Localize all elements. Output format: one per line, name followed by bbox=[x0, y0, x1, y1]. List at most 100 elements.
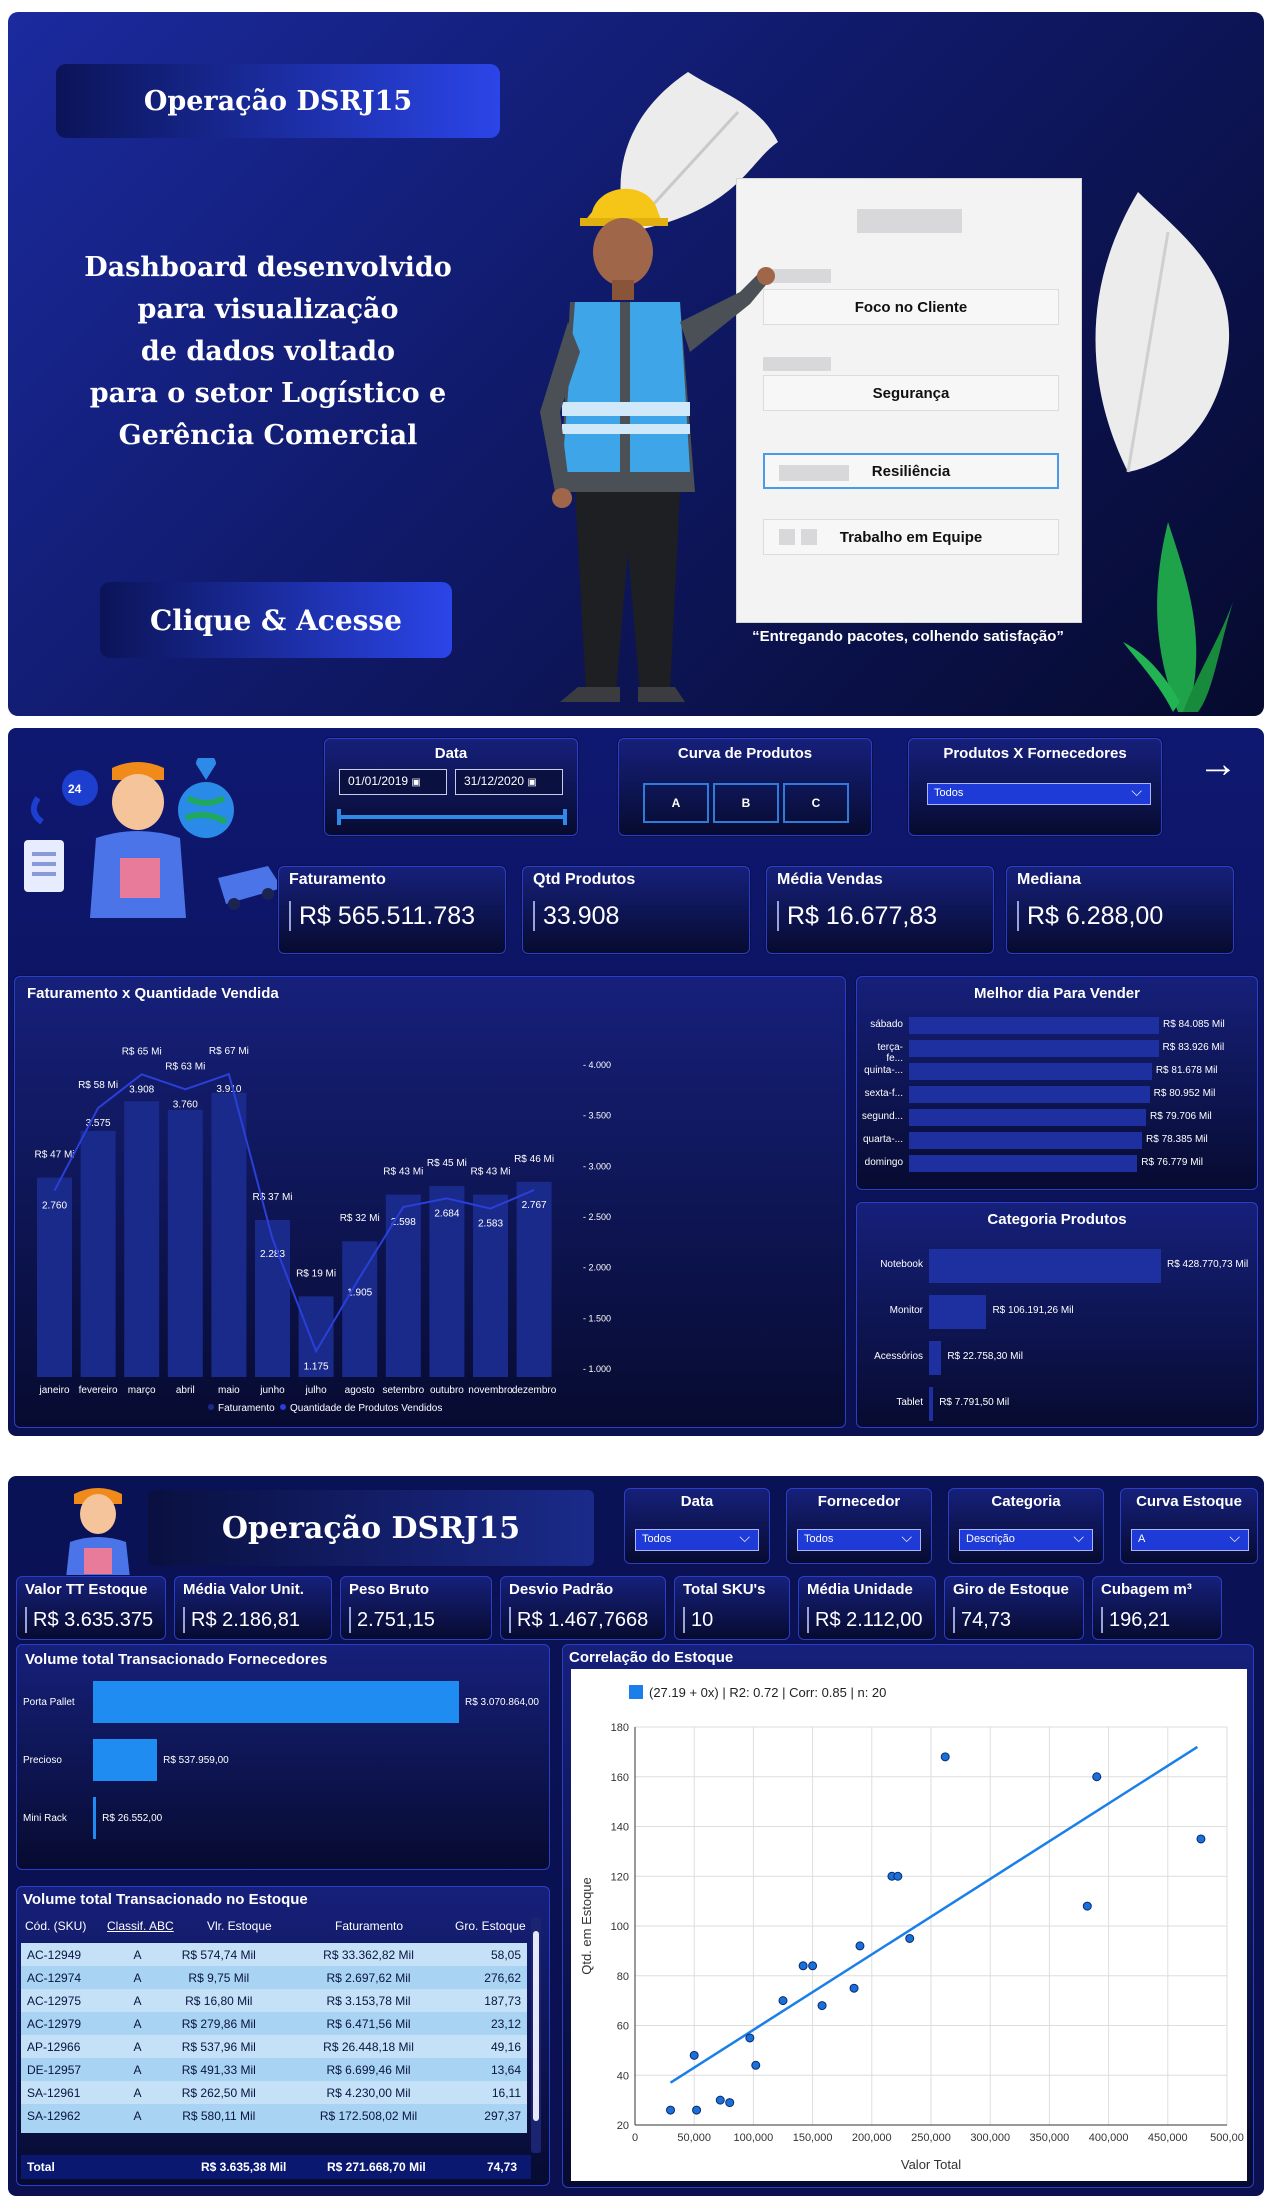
cell-turnover: 23,12 bbox=[490, 2016, 521, 2031]
next-page-arrow-icon[interactable]: → bbox=[1198, 742, 1238, 787]
cell-abc: A bbox=[133, 2039, 142, 2054]
table-row[interactable]: DE-12957 A R$ 491,33 Mil R$ 6.699,46 Mil 13,… bbox=[21, 2058, 527, 2081]
x-tick-label: 300,000 bbox=[970, 2132, 1010, 2144]
col-header-abc[interactable]: Classif. ABC bbox=[107, 1919, 174, 1933]
col-header-sku[interactable]: Cód. (SKU) bbox=[25, 1919, 86, 1933]
legend-marker-quantity bbox=[280, 1404, 286, 1410]
kpi-title: Valor TT Estoque bbox=[25, 1581, 148, 1598]
kpi-title: Total SKU's bbox=[683, 1581, 766, 1598]
kpi-value: R$ 16.677,83 bbox=[777, 901, 937, 931]
scatter-point bbox=[715, 2095, 725, 2105]
y-tick-label: 80 bbox=[617, 1971, 629, 1983]
data-label: R$ 83.926 Mil bbox=[1162, 1042, 1225, 1053]
stock-filter-title: Curva Estoque bbox=[1136, 1493, 1242, 1510]
cell-revenue: R$ 172.508,02 Mil bbox=[319, 2108, 418, 2123]
col-header-revenue[interactable]: Faturamento bbox=[335, 1919, 403, 1933]
curve-tile-c[interactable]: C bbox=[783, 783, 849, 823]
y-tick-label: 100 bbox=[611, 1921, 629, 1933]
category-label: Notebook bbox=[880, 1259, 923, 1270]
stock-table-card: Volume total Transacionado no Estoque Có… bbox=[16, 1886, 550, 2186]
y-tick-label: 120 bbox=[611, 1871, 629, 1883]
stock-filter-dropdown[interactable]: Todos bbox=[635, 1529, 759, 1551]
revenue-bar bbox=[516, 1181, 552, 1377]
scatter-point bbox=[666, 2105, 676, 2115]
bar bbox=[93, 1739, 158, 1781]
data-label: R$ 79.706 Mil bbox=[1149, 1111, 1212, 1122]
table-scrollbar[interactable] bbox=[531, 1917, 541, 2153]
x-tick-label: 500,00 bbox=[1210, 2132, 1244, 2144]
date-from-input[interactable]: 01/01/2019 ▣ bbox=[339, 769, 447, 795]
stock-filter: Fornecedor Todos bbox=[786, 1488, 932, 1564]
table-row[interactable]: SA-12962 A R$ 580,11 Mil R$ 172.508,02 Mil 2… bbox=[21, 2104, 527, 2127]
data-label: R$ 537.959,00 bbox=[163, 1755, 229, 1766]
table-row[interactable]: AC-12975 A R$ 16,80 Mil R$ 3.153,78 Mil 187,… bbox=[21, 1989, 527, 2012]
curve-tile-b[interactable]: B bbox=[713, 783, 779, 823]
y2-tick-label: - 1.500 bbox=[583, 1313, 611, 1323]
y-tick-label: 40 bbox=[617, 2070, 629, 2082]
col-header-turnover[interactable]: Gro. Estoque bbox=[455, 1919, 526, 1933]
cell-revenue: R$ 26.448,18 Mil bbox=[323, 2039, 414, 2054]
supplier-volume-title: Volume total Transacionado Fornecedores bbox=[25, 1651, 328, 1668]
x-tick-label: novembro bbox=[468, 1385, 513, 1396]
category-label: Porta Pallet bbox=[23, 1697, 75, 1708]
kpi-title: Faturamento bbox=[289, 871, 386, 888]
cell-abc: A bbox=[133, 1970, 142, 1985]
category-label: segund... bbox=[861, 1111, 903, 1122]
category-label: Acessórios bbox=[874, 1351, 923, 1362]
stock-filter-dropdown[interactable]: A bbox=[1131, 1529, 1249, 1551]
table-body[interactable]: AC-12949 A R$ 574,74 Mil R$ 33.362,82 Mil 58… bbox=[21, 1943, 527, 2133]
doc-placeholder-bar bbox=[801, 529, 817, 545]
cell-turnover: 58,05 bbox=[490, 1947, 521, 1962]
table-row[interactable]: AC-12979 A R$ 279,86 Mil R$ 6.471,56 Mil 23,… bbox=[21, 2012, 527, 2035]
stock-filter-dropdown[interactable]: Todos bbox=[797, 1529, 921, 1551]
stock-filter: Curva Estoque A bbox=[1120, 1488, 1258, 1564]
best-day-title: Melhor dia Para Vender bbox=[974, 985, 1140, 1002]
bar bbox=[909, 1109, 1146, 1126]
table-row[interactable]: SA-12961 A R$ 262,50 Mil R$ 4.230,00 Mil 16,… bbox=[21, 2081, 527, 2104]
cell-abc: A bbox=[133, 2085, 142, 2100]
total-revenue: R$ 271.668,70 Mil bbox=[327, 2160, 426, 2174]
x-tick-label: 0 bbox=[632, 2132, 638, 2144]
slider-handle-start[interactable] bbox=[337, 809, 341, 825]
cell-turnover: 49,16 bbox=[490, 2039, 521, 2054]
table-row[interactable]: AC-12974 A R$ 9,75 Mil R$ 2.697,62 Mil 276,6… bbox=[21, 1966, 527, 1989]
cell-sku: SA-12962 bbox=[27, 2108, 81, 2123]
revenue-chart-title: Faturamento x Quantidade Vendida bbox=[27, 985, 279, 1002]
stock-filter: Data Todos bbox=[624, 1488, 770, 1564]
kpi-title: Desvio Padrão bbox=[509, 1581, 614, 1598]
category-label: sábado bbox=[870, 1019, 903, 1030]
curve-tile-a[interactable]: A bbox=[643, 783, 709, 823]
stock-filter-dropdown[interactable]: Descrição bbox=[959, 1529, 1093, 1551]
date-range-slider[interactable] bbox=[339, 815, 565, 819]
kpi-card: Média Vendas R$ 16.677,83 bbox=[766, 866, 994, 954]
scatter-point bbox=[725, 2098, 735, 2108]
data-label: R$ 3.070.864,00 bbox=[465, 1697, 539, 1708]
calendar-icon: ▣ bbox=[411, 777, 421, 788]
date-to-input[interactable]: 31/12/2020 ▣ bbox=[455, 769, 563, 795]
scatter-card: Correlação do Estoque 20 40 60 80 100 120 140 1… bbox=[562, 1644, 1254, 2188]
cta-button[interactable]: Clique & Acesse bbox=[100, 582, 452, 658]
revenue-data-label: R$ 45 Mi bbox=[427, 1158, 467, 1169]
data-label: R$ 22.758,30 Mil bbox=[947, 1351, 1023, 1362]
kpi-title: Qtd Produtos bbox=[533, 871, 636, 888]
x-tick-label: 150,000 bbox=[793, 2132, 833, 2144]
slider-handle-end[interactable] bbox=[563, 809, 567, 825]
supplier-dropdown[interactable]: Todos bbox=[927, 783, 1151, 805]
total-turnover: 74,73 bbox=[487, 2160, 518, 2174]
kpi-card: Giro de Estoque 74,73 bbox=[944, 1576, 1084, 1640]
table-row[interactable]: AC-12949 A R$ 574,74 Mil R$ 33.362,82 Mil 58… bbox=[21, 1943, 527, 1966]
revenue-bar bbox=[342, 1241, 378, 1377]
col-header-stock-value[interactable]: Vlr. Estoque bbox=[207, 1919, 272, 1933]
scrollbar-thumb[interactable] bbox=[533, 1931, 539, 2121]
kpi-value: R$ 2.112,00 bbox=[807, 1607, 923, 1633]
bar bbox=[909, 1040, 1159, 1057]
table-row[interactable]: AP-12966 A R$ 537,96 Mil R$ 26.448,18 Mil 49… bbox=[21, 2035, 527, 2058]
cell-turnover: 187,73 bbox=[484, 1993, 521, 2008]
cover-description: Dashboard desenvolvido para visualização… bbox=[68, 247, 468, 457]
x-tick-label: 200,000 bbox=[852, 2132, 892, 2144]
x-tick-label: 250,000 bbox=[911, 2132, 951, 2144]
stock-filter-value: Todos bbox=[804, 1533, 834, 1545]
bar bbox=[93, 1681, 459, 1723]
best-day-card: Melhor dia Para Vender sábado R$ 84.085 M… bbox=[856, 976, 1258, 1190]
cell-sku: AC-12974 bbox=[27, 1970, 82, 1985]
